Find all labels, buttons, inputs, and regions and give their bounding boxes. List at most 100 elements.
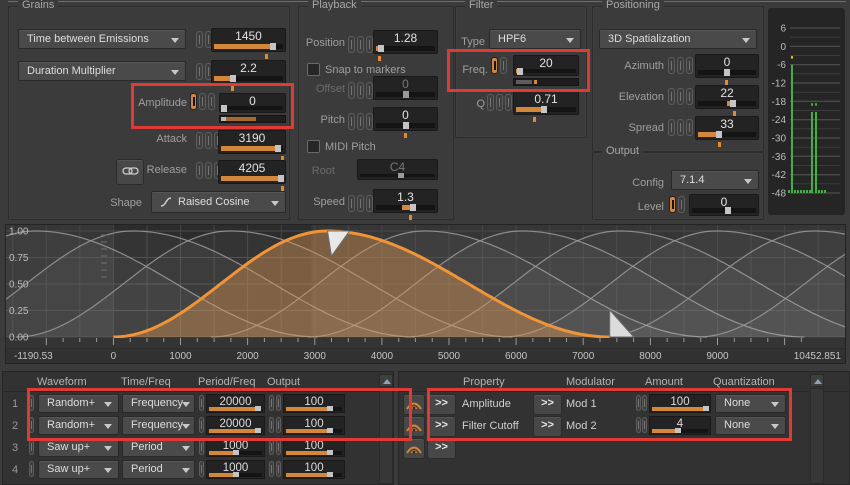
azimuth-slider[interactable]: 0 bbox=[695, 54, 759, 78]
snap-to-markers-checkbox[interactable] bbox=[307, 63, 320, 76]
mod-indicator-icon[interactable] bbox=[269, 439, 274, 455]
grain-param1-dropdown[interactable]: Time between Emissions bbox=[18, 29, 186, 49]
mod-indicator-icon[interactable] bbox=[199, 461, 204, 477]
mod-indicator-icon[interactable] bbox=[366, 36, 373, 53]
scroll-up-button[interactable] bbox=[379, 374, 393, 387]
output-config-dropdown[interactable]: 7.1.4 bbox=[671, 170, 759, 190]
timefreq-dropdown[interactable]: Frequency bbox=[122, 394, 195, 413]
mod-indicator-icon[interactable] bbox=[686, 119, 693, 136]
mod-indicator-icon[interactable] bbox=[348, 113, 355, 130]
filter-q-slider[interactable]: 0.71 bbox=[513, 91, 579, 115]
mod-indicator-icon[interactable] bbox=[205, 162, 212, 179]
col-header-periodfreq[interactable]: Period/Freq bbox=[198, 376, 255, 388]
mod-indicator-icon[interactable] bbox=[496, 94, 503, 111]
envelope-curve-button[interactable] bbox=[403, 416, 425, 437]
assign-modulator-button[interactable]: >> bbox=[533, 394, 562, 415]
col-header-waveform[interactable]: Waveform bbox=[37, 376, 87, 388]
mod-indicator-icon[interactable] bbox=[686, 88, 693, 105]
filter-freq-slider[interactable]: 20 bbox=[513, 55, 579, 76]
mod-indicator-icon[interactable] bbox=[678, 196, 685, 213]
scroll-up-button[interactable] bbox=[810, 374, 824, 387]
lfo-active-indicator-icon[interactable] bbox=[491, 57, 498, 74]
spread-mod-indicators[interactable] bbox=[668, 119, 693, 136]
position-slider[interactable]: 1.28 bbox=[373, 30, 438, 54]
mod-indicator-icon[interactable] bbox=[642, 395, 647, 411]
duration-multiplier-slider[interactable]: 2.2 bbox=[211, 60, 286, 84]
mod-indicator-icon[interactable] bbox=[668, 88, 675, 105]
q-mod-indicators[interactable] bbox=[487, 94, 512, 111]
mod-indicator-icon[interactable] bbox=[205, 132, 212, 149]
timefreq-dropdown[interactable]: Period bbox=[122, 438, 195, 457]
assign-property-button[interactable]: >> bbox=[427, 438, 456, 459]
freq-mod-indicators[interactable] bbox=[491, 57, 507, 74]
level-mod-indicators[interactable] bbox=[669, 196, 685, 213]
mod-indicator-icon[interactable] bbox=[636, 417, 641, 433]
col-header-quantization[interactable]: Quantization bbox=[713, 376, 775, 388]
mod-indicator-icon[interactable] bbox=[269, 395, 274, 411]
mod-indicator-icon[interactable] bbox=[29, 461, 34, 477]
mod-indicator-icon[interactable] bbox=[199, 93, 206, 110]
grain-envelope-display[interactable]: 1.000.750.500.250.00-1190.53010002000300… bbox=[5, 224, 846, 364]
mod-indicator-icon[interactable] bbox=[29, 417, 34, 433]
mod-indicator-icon[interactable] bbox=[269, 461, 274, 477]
envelope-curve-button[interactable] bbox=[403, 438, 425, 459]
output-field[interactable]: 100 bbox=[283, 438, 345, 457]
elevation-slider[interactable]: 22 bbox=[695, 85, 759, 109]
mod-indicator-icon[interactable] bbox=[196, 132, 203, 149]
period-freq-field[interactable]: 1000 bbox=[206, 460, 265, 479]
amount-field[interactable]: 4 bbox=[649, 416, 711, 435]
waveform-dropdown[interactable]: Saw up+ bbox=[38, 438, 119, 457]
mod-indicator-icon[interactable] bbox=[348, 195, 355, 212]
lfo-active-indicator-icon[interactable] bbox=[669, 196, 676, 213]
mod-indicator-icon[interactable] bbox=[686, 57, 693, 74]
lfo-active-indicator-icon[interactable] bbox=[190, 93, 197, 110]
mod-indicator-icon[interactable] bbox=[276, 439, 281, 455]
assign-property-button[interactable]: >> bbox=[427, 416, 456, 437]
mod-indicator-icon[interactable] bbox=[366, 195, 373, 212]
timefreq-dropdown[interactable]: Frequency bbox=[122, 416, 195, 435]
col-header-amount[interactable]: Amount bbox=[645, 376, 683, 388]
amplitude-mod-indicators[interactable] bbox=[190, 93, 215, 110]
spread-slider[interactable]: 33 bbox=[695, 116, 759, 140]
mod-indicator-icon[interactable] bbox=[276, 395, 281, 411]
waveform-dropdown[interactable]: Random+ bbox=[38, 394, 119, 413]
pitch-slider[interactable]: 0 bbox=[373, 107, 438, 131]
output-field[interactable]: 100 bbox=[283, 416, 345, 435]
mod-indicator-icon[interactable] bbox=[357, 113, 364, 130]
assign-modulator-button[interactable]: >> bbox=[533, 416, 562, 437]
mod-indicator-icon[interactable] bbox=[487, 94, 494, 111]
mod-indicator-icon[interactable] bbox=[269, 417, 274, 433]
mod-indicator-icon[interactable] bbox=[636, 395, 641, 411]
mod-indicator-icon[interactable] bbox=[677, 88, 684, 105]
mod-indicator-icon[interactable] bbox=[357, 195, 364, 212]
amplitude-slider[interactable]: 0 bbox=[219, 93, 286, 113]
mod-indicator-icon[interactable] bbox=[668, 119, 675, 136]
elevation-mod-indicators[interactable] bbox=[668, 88, 693, 105]
output-field[interactable]: 100 bbox=[283, 394, 345, 413]
grain-param2-dropdown[interactable]: Duration Multiplier bbox=[18, 61, 186, 81]
modulator-cell[interactable]: Mod 2 bbox=[566, 420, 597, 432]
mod-indicator-icon[interactable] bbox=[500, 57, 507, 74]
mod-indicator-icon[interactable] bbox=[668, 57, 675, 74]
col-header-output[interactable]: Output bbox=[267, 376, 300, 388]
speed-slider[interactable]: 1.3 bbox=[373, 189, 438, 213]
mod-indicator-icon[interactable] bbox=[196, 63, 203, 80]
mod-indicator-icon[interactable] bbox=[29, 395, 34, 411]
mod-indicator-icon[interactable] bbox=[677, 57, 684, 74]
period-freq-field[interactable]: 20000 bbox=[206, 394, 265, 413]
timefreq-dropdown[interactable]: Period bbox=[122, 460, 195, 479]
spatialization-mode-dropdown[interactable]: 3D Spatialization bbox=[599, 29, 757, 49]
release-slider[interactable]: 4205 bbox=[218, 160, 286, 184]
assign-property-button[interactable]: >> bbox=[427, 394, 456, 415]
mod-indicator-icon[interactable] bbox=[208, 93, 215, 110]
mod-indicator-icon[interactable] bbox=[357, 36, 364, 53]
mod-indicator-icon[interactable] bbox=[677, 119, 684, 136]
mod-indicator-icon[interactable] bbox=[199, 395, 204, 411]
col-header-property[interactable]: Property bbox=[463, 376, 505, 388]
col-header-timefreq[interactable]: Time/Freq bbox=[121, 376, 171, 388]
midi-pitch-checkbox[interactable] bbox=[307, 140, 320, 153]
output-level-slider[interactable]: 0 bbox=[689, 194, 759, 216]
property-cell[interactable]: Filter Cutoff bbox=[462, 420, 519, 432]
modulator-cell[interactable]: Mod 1 bbox=[566, 398, 597, 410]
freq-mod-range-bar[interactable] bbox=[513, 78, 579, 86]
